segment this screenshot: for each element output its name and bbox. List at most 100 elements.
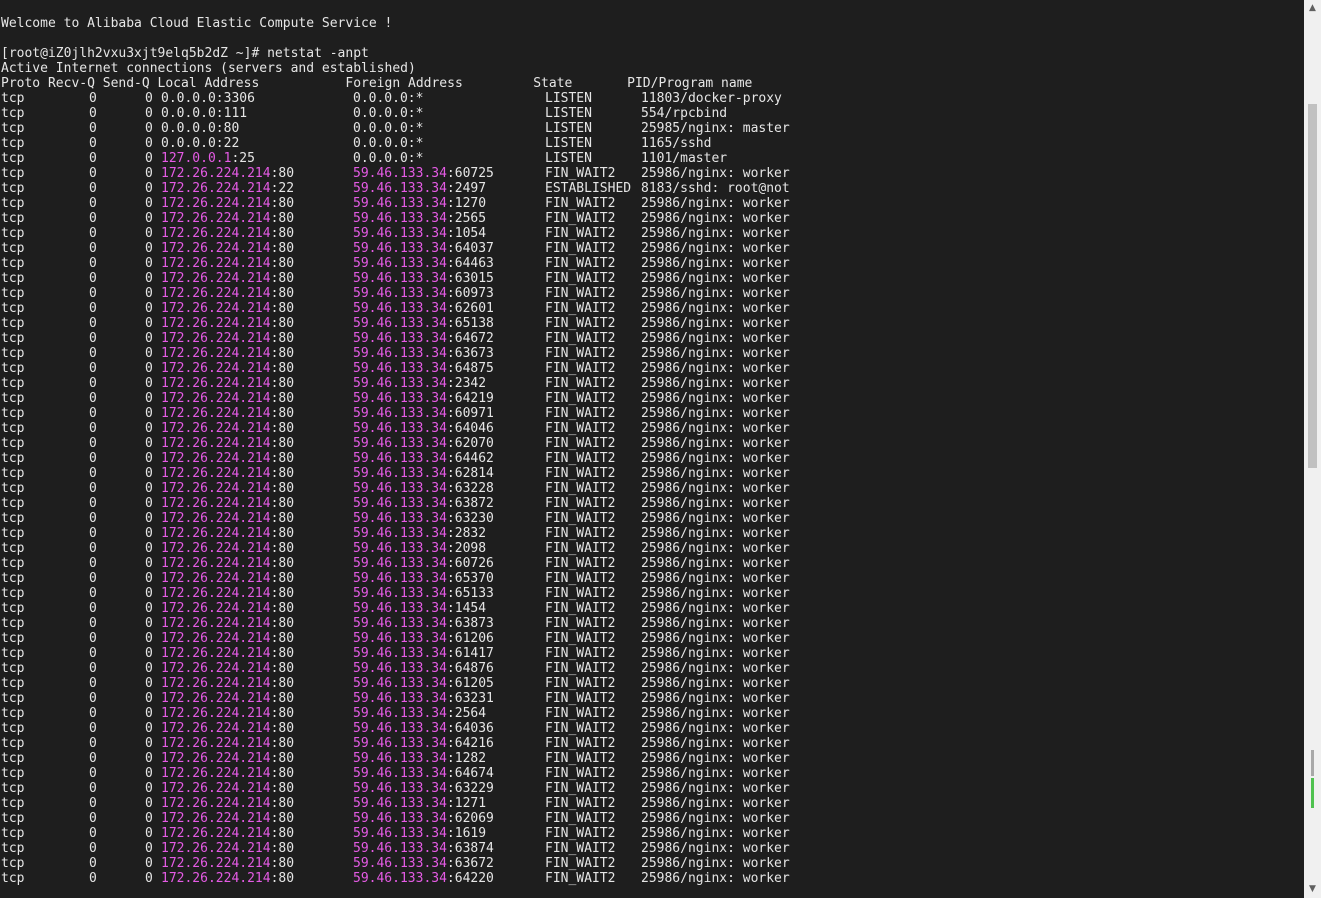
program-cell: 25986/nginx: worker (641, 856, 790, 871)
foreign-ip: 59.46.133.34 (353, 811, 447, 826)
state-cell: FIN_WAIT2 (545, 376, 616, 391)
local-port: :22 (270, 181, 295, 196)
proto-cell: tcp (1, 541, 25, 556)
proto-cell: tcp (1, 391, 25, 406)
local-address-cell: 172.26.224.214:80 (161, 541, 353, 556)
foreign-address-cell: 59.46.133.34:1454 (353, 601, 545, 616)
foreign-ip: 59.46.133.34 (353, 196, 447, 211)
local-ip: 172.26.224.214 (161, 316, 271, 331)
local-port: :80 (270, 241, 295, 256)
state-cell: FIN_WAIT2 (545, 631, 616, 646)
foreign-address-cell: 59.46.133.34:63873 (353, 616, 545, 631)
recv-q-cell: 0 (89, 226, 97, 241)
triangle-down-icon[interactable]: ▼ (1304, 881, 1321, 898)
local-ip: 172.26.224.214 (161, 571, 271, 586)
local-ip: 172.26.224.214 (161, 211, 271, 226)
table-row: tcp 0 0 172.26.224.214:80 59.46.133.34:64875… (1, 361, 1304, 376)
recv-q-cell: 0 (89, 661, 97, 676)
foreign-address-cell: 59.46.133.34:60971 (353, 406, 545, 421)
send-q-cell: 0 (145, 406, 153, 421)
send-q-cell: 0 (145, 316, 153, 331)
state-cell: FIN_WAIT2 (545, 166, 616, 181)
foreign-port: :1454 (446, 601, 487, 616)
foreign-ip: 59.46.133.34 (353, 736, 447, 751)
state-cell: FIN_WAIT2 (545, 466, 616, 481)
proto-cell: tcp (1, 91, 25, 106)
state-cell: FIN_WAIT2 (545, 286, 616, 301)
terminal-output[interactable]: Welcome to Alibaba Cloud Elastic Compute… (0, 0, 1304, 898)
table-row: tcp 0 0 172.26.224.214:80 59.46.133.34:64672… (1, 331, 1304, 346)
foreign-address-cell: 0.0.0.0:* (353, 136, 424, 151)
local-port: :80 (270, 511, 295, 526)
table-row: tcp 0 0 172.26.224.214:80 59.46.133.34:62069… (1, 811, 1304, 826)
send-q-cell: 0 (145, 631, 153, 646)
state-cell: LISTEN (545, 136, 592, 151)
recv-q-cell: 0 (89, 511, 97, 526)
program-cell: 25986/nginx: worker (641, 241, 790, 256)
local-ip: 172.26.224.214 (161, 421, 271, 436)
recv-q-cell: 0 (89, 241, 97, 256)
program-cell: 25986/nginx: worker (641, 451, 790, 466)
local-ip: 172.26.224.214 (161, 196, 271, 211)
local-address-cell: 172.26.224.214:80 (161, 301, 353, 316)
recv-q-cell: 0 (89, 406, 97, 421)
program-cell: 25986/nginx: worker (641, 376, 790, 391)
table-row: tcp 0 0 172.26.224.214:80 59.46.133.34:2565 F… (1, 211, 1304, 226)
state-cell: FIN_WAIT2 (545, 661, 616, 676)
foreign-ip: 59.46.133.34 (353, 391, 447, 406)
state-cell: FIN_WAIT2 (545, 481, 616, 496)
local-address-cell: 172.26.224.214:80 (161, 451, 353, 466)
program-cell: 25986/nginx: worker (641, 286, 790, 301)
local-port: :80 (270, 856, 295, 871)
foreign-port: :1270 (446, 196, 487, 211)
foreign-address-cell: 59.46.133.34:64219 (353, 391, 545, 406)
recv-q-cell: 0 (89, 316, 97, 331)
foreign-port: :1054 (446, 226, 487, 241)
proto-cell: tcp (1, 496, 25, 511)
proto-cell: tcp (1, 346, 25, 361)
proto-cell: tcp (1, 856, 25, 871)
foreign-address-cell: 59.46.133.34:65138 (353, 316, 545, 331)
foreign-address-cell: 59.46.133.34:64046 (353, 421, 545, 436)
table-row: tcp 0 0 0.0.0.0:111 0.0.0.0:* LISTEN 554/rpcbi… (1, 106, 1304, 121)
proto-cell: tcp (1, 286, 25, 301)
program-cell: 25986/nginx: worker (641, 541, 790, 556)
foreign-port: :62814 (446, 466, 494, 481)
column-header: Proto Recv-Q Send-Q Local Address Foreig… (1, 76, 753, 91)
foreign-address-cell: 59.46.133.34:62814 (353, 466, 545, 481)
table-row: tcp 0 0 172.26.224.214:80 59.46.133.34:1271 F… (1, 796, 1304, 811)
program-cell: 25986/nginx: worker (641, 661, 790, 676)
proto-cell: tcp (1, 811, 25, 826)
recv-q-cell: 0 (89, 526, 97, 541)
table-row: tcp 0 0 172.26.224.214:80 59.46.133.34:1270 F… (1, 196, 1304, 211)
foreign-port: :63231 (446, 691, 494, 706)
send-q-cell: 0 (145, 271, 153, 286)
proto-cell: tcp (1, 316, 25, 331)
scrollbar-thumb[interactable] (1308, 104, 1317, 468)
local-port: :80 (270, 466, 295, 481)
recv-q-cell: 0 (89, 271, 97, 286)
vertical-scrollbar[interactable]: ▲ ▼ (1304, 0, 1321, 898)
local-ip: 0.0.0.0 (161, 136, 216, 151)
local-address-cell: 172.26.224.214:80 (161, 331, 353, 346)
local-ip: 172.26.224.214 (161, 556, 271, 571)
proto-cell: tcp (1, 421, 25, 436)
recv-q-cell: 0 (89, 781, 97, 796)
send-q-cell: 0 (145, 361, 153, 376)
program-cell: 25986/nginx: worker (641, 271, 790, 286)
proto-cell: tcp (1, 616, 25, 631)
local-address-cell: 172.26.224.214:80 (161, 691, 353, 706)
local-address-cell: 0.0.0.0:80 (161, 121, 353, 136)
triangle-up-icon[interactable]: ▲ (1304, 0, 1321, 17)
foreign-address-cell: 59.46.133.34:64674 (353, 766, 545, 781)
foreign-port: :64219 (446, 391, 494, 406)
table-row: tcp 0 0 172.26.224.214:80 59.46.133.34:65133… (1, 586, 1304, 601)
recv-q-cell: 0 (89, 736, 97, 751)
state-cell: FIN_WAIT2 (545, 826, 616, 841)
state-cell: FIN_WAIT2 (545, 541, 616, 556)
proto-cell: tcp (1, 331, 25, 346)
local-address-cell: 172.26.224.214:80 (161, 796, 353, 811)
program-cell: 25986/nginx: worker (641, 721, 790, 736)
recv-q-cell: 0 (89, 841, 97, 856)
local-ip: 172.26.224.214 (161, 436, 271, 451)
